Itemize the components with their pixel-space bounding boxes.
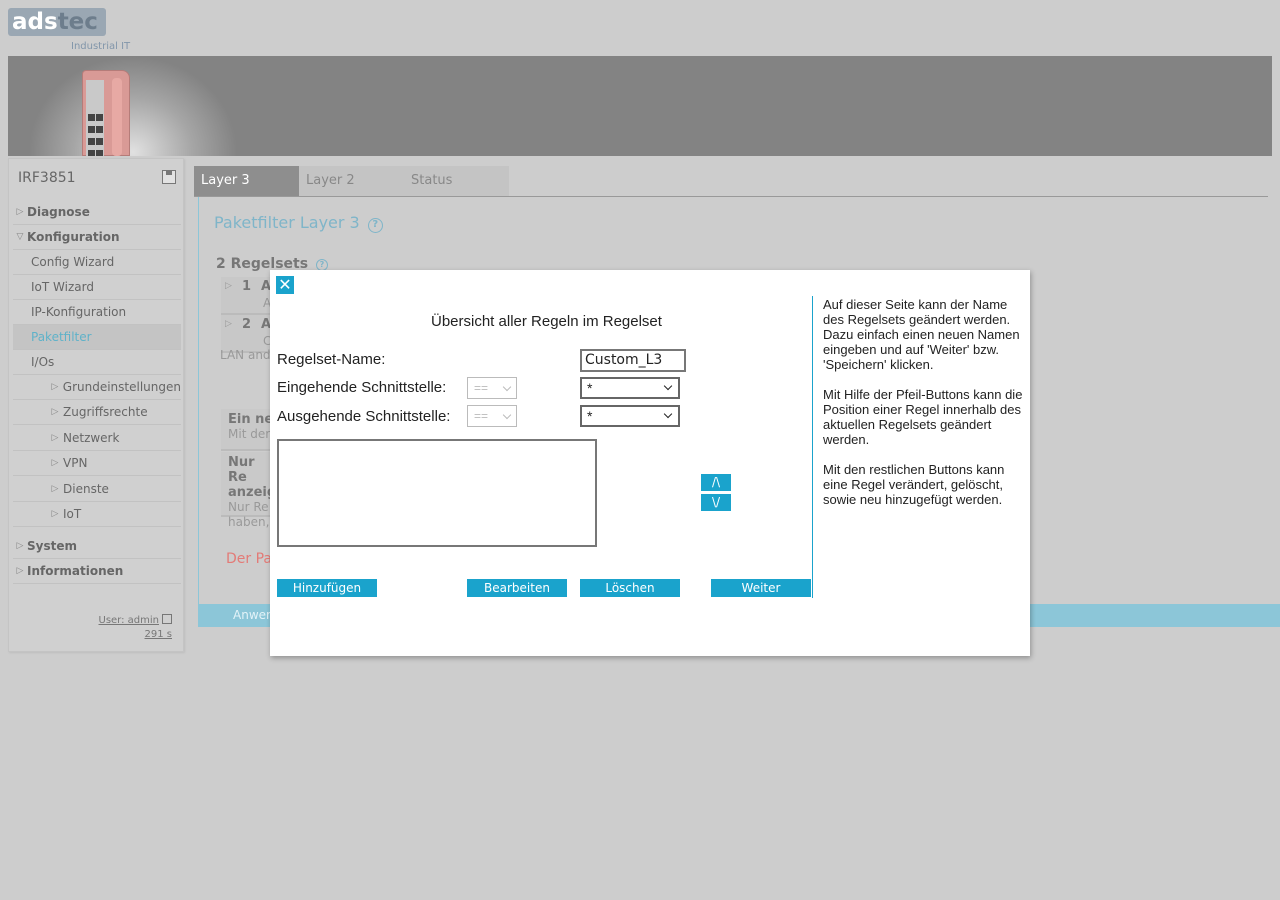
triangle-right-icon: ▷ [225,281,232,291]
outgoing-interface-select[interactable]: * [580,405,680,427]
logo-text-ads: ads [12,9,58,35]
incoming-interface-select[interactable]: * [580,377,680,399]
close-icon[interactable]: ✕ [276,276,294,294]
logo-mark: ads tec [8,8,106,36]
chevron-down-icon [663,409,673,419]
sidebar: IRF3851 ▷ Diagnose ▽ Konfiguration Config … [8,158,184,652]
tab-bar: Layer 3 Layer 2 Status [194,166,509,196]
help-paragraph: Mit Hilfe der Pfeil-Buttons kann die Pos… [823,387,1023,447]
sidebar-item-system[interactable]: ▷ System [13,534,181,559]
triangle-right-icon: ▷ [51,484,59,494]
device-name: IRF3851 [18,170,76,186]
tab-status[interactable]: Status [404,166,509,196]
triangle-right-icon: ▷ [16,207,24,217]
sidebar-item-konfiguration[interactable]: ▽ Konfiguration [13,225,181,250]
edit-rule-button[interactable]: Bearbeiten [467,579,567,597]
chevron-down-icon [663,381,673,391]
tab-layer-2[interactable]: Layer 2 [299,166,404,196]
rule-list[interactable] [277,439,597,547]
triangle-right-icon: ▷ [51,433,59,443]
sidebar-item-grundeinstellungen[interactable]: ▷ Grundeinstellungen [13,375,181,400]
sidebar-item-paketfilter[interactable]: Paketfilter [13,325,181,350]
tab-layer-3[interactable]: Layer 3 [194,166,299,196]
info-box-filter-only: Nur Re anzeig Nur Re haben, [221,452,276,529]
adstec-logo: ads tec Industrial IT [8,8,138,54]
triangle-down-icon: ▽ [16,232,24,242]
help-paragraph: Mit den restlichen Buttons kann eine Reg… [823,462,1005,507]
triangle-right-icon: ▷ [225,319,232,329]
move-up-button[interactable]: /\ [701,474,731,491]
outgoing-operator-select: == [467,405,517,427]
outgoing-interface-label: Ausgehende Schnittstelle: [277,408,451,425]
triangle-right-icon: ▷ [16,566,24,576]
chevron-down-icon [502,410,512,420]
incoming-interface-label: Eingehende Schnittstelle: [277,379,447,396]
sidebar-item-vpn[interactable]: ▷ VPN [13,451,181,476]
sidebar-item-informationen[interactable]: ▷ Informationen [13,559,181,584]
sidebar-item-netzwerk[interactable]: ▷ Netzwerk [13,426,181,451]
ruleset-name-label: Regelset-Name: [277,351,386,368]
chevron-down-icon [502,382,512,392]
sidebar-item-iot[interactable]: ▷ IoT [13,502,181,527]
warning-text: Der Pa [226,551,272,567]
add-rule-button[interactable]: Hinzufügen [277,579,377,597]
next-button[interactable]: Weiter [711,579,811,597]
delete-rule-button[interactable]: Löschen [580,579,680,597]
session-timer: 291 s [144,629,172,640]
ruleset-description: LAN and [220,348,271,362]
logout-icon[interactable] [162,614,172,624]
sidebar-item-diagnose[interactable]: ▷ Diagnose [13,200,181,225]
move-down-button[interactable]: \/ [701,494,731,511]
ruleset-name-input[interactable]: Custom_L3 [580,349,686,372]
sidebar-item-ip-konfiguration[interactable]: IP-Konfiguration [13,300,181,325]
incoming-operator-select: == [467,377,517,399]
user-link[interactable]: User: admin [99,614,172,626]
header-banner [8,56,1272,156]
logo-text-tec: tec [57,9,98,35]
help-panel: Auf dieser Seite kann der Name des Regel… [823,297,1028,522]
ruleset-dialog: ✕ Übersicht aller Regeln im Regelset Reg… [270,270,1030,656]
triangle-right-icon: ▷ [51,458,59,468]
triangle-right-icon: ▷ [51,509,59,519]
logo-tagline: Industrial IT [71,41,131,52]
sidebar-item-dienste[interactable]: ▷ Dienste [13,477,181,502]
sidebar-item-iot-wizard[interactable]: IoT Wizard [13,275,181,300]
save-icon[interactable] [162,170,176,184]
dialog-title: Übersicht aller Regeln im Regelset [431,313,662,330]
sidebar-item-config-wizard[interactable]: Config Wizard [13,250,181,275]
sidebar-item-zugriffsrechte[interactable]: ▷ Zugriffsrechte [13,400,181,425]
dialog-divider [812,296,813,598]
triangle-right-icon: ▷ [51,382,59,392]
triangle-right-icon: ▷ [16,541,24,551]
sidebar-item-ios[interactable]: I/Os [13,350,181,375]
page-title: Paketfilter Layer 3 ? [214,213,383,233]
triangle-right-icon: ▷ [51,407,59,417]
help-paragraph: Auf dieser Seite kann der Name des Regel… [823,297,1020,372]
router-device-image [76,64,142,156]
help-icon[interactable]: ? [367,218,383,233]
